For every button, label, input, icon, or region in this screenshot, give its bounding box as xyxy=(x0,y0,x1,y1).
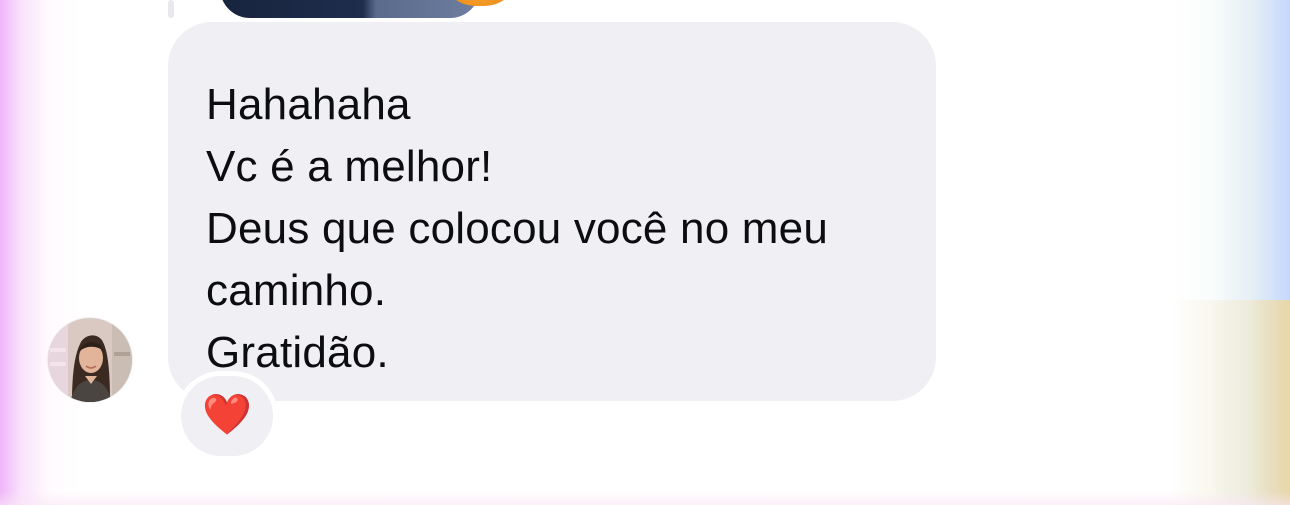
edge-glow-left xyxy=(0,0,80,505)
previous-message-media[interactable] xyxy=(220,0,480,18)
message-line: Gratidão. xyxy=(206,328,389,377)
message-line: Deus que colocou você no meu caminho. xyxy=(206,204,828,315)
reaction-chip[interactable]: ❤️ xyxy=(181,376,273,456)
edge-glow-bottom xyxy=(0,491,1290,505)
avatar-image xyxy=(48,318,132,402)
message-bubble[interactable]: Hahahaha Vc é a melhor! Deus que colocou… xyxy=(168,22,936,401)
edge-glow-right-warm xyxy=(1170,300,1290,505)
sender-avatar[interactable] xyxy=(48,318,132,402)
red-heart-icon: ❤️ xyxy=(202,392,252,438)
message-line: Vc é a melhor! xyxy=(206,142,493,191)
thread-connector xyxy=(168,0,174,18)
message-line: Hahahaha xyxy=(206,80,411,129)
